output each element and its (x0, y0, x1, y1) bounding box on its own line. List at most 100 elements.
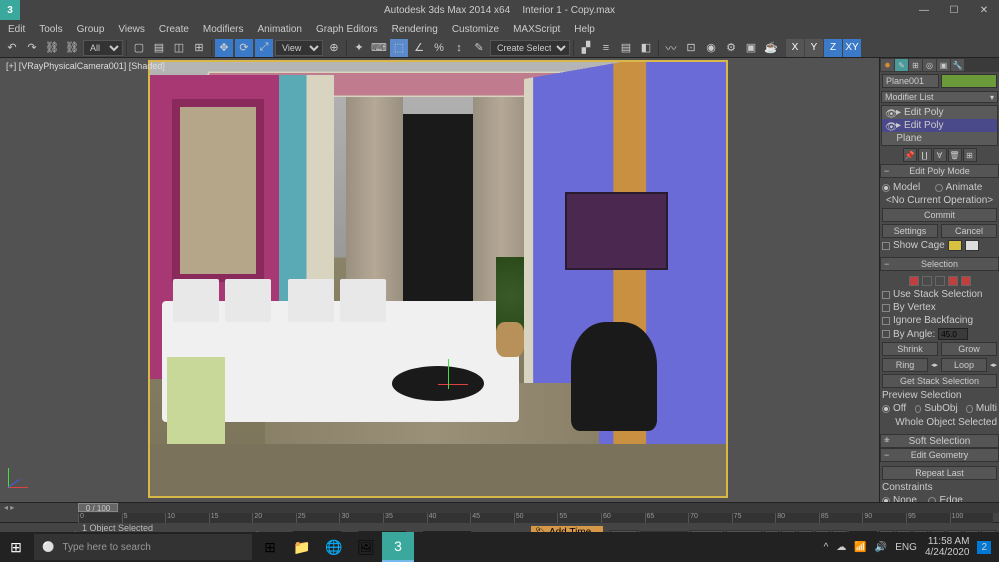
angle-spinner[interactable] (938, 328, 968, 340)
close-button[interactable]: ✕ (969, 0, 999, 20)
repeat-last-button[interactable]: Repeat Last (882, 466, 997, 480)
preview-subobj-radio[interactable] (915, 405, 921, 413)
select-object-button[interactable]: ▢ (130, 39, 148, 57)
modifier-stack[interactable]: 👁▸ Edit Poly 👁▸ Edit Poly Plane (881, 105, 998, 146)
by-angle-check[interactable] (882, 330, 890, 338)
cage-color-2[interactable] (965, 240, 979, 251)
menu-customize[interactable]: Customize (452, 24, 499, 35)
menu-animation[interactable]: Animation (257, 24, 301, 35)
edge-subobj[interactable] (922, 276, 932, 286)
keyboard-shortcut-button[interactable]: ⌨ (370, 39, 388, 57)
select-scale-button[interactable]: ⤢ (255, 39, 273, 57)
modify-tab[interactable]: ✎ (895, 59, 908, 71)
start-button[interactable]: ⊞ (0, 532, 32, 562)
vertex-subobj[interactable] (909, 276, 919, 286)
model-radio[interactable] (882, 184, 890, 192)
undo-button[interactable]: ↶ (3, 39, 21, 57)
select-by-name-button[interactable]: ▤ (150, 39, 168, 57)
select-manipulate-button[interactable]: ✦ (350, 39, 368, 57)
make-unique-button[interactable]: ∀ (933, 148, 947, 162)
menu-edit[interactable]: Edit (8, 24, 25, 35)
3dsmax-taskbar-icon[interactable]: 3 (382, 532, 414, 562)
link-button[interactable]: ⛓ (43, 39, 61, 57)
unlink-button[interactable]: ⛓ (63, 39, 81, 57)
file-explorer-icon[interactable]: 📁 (286, 532, 318, 562)
border-subobj[interactable] (935, 276, 945, 286)
window-crossing-button[interactable]: ⊞ (190, 39, 208, 57)
preview-off-radio[interactable] (882, 405, 890, 413)
preview-multi-radio[interactable] (966, 405, 972, 413)
animate-radio[interactable] (935, 184, 943, 192)
object-name-field[interactable]: Plane001 (882, 74, 939, 88)
menu-rendering[interactable]: Rendering (392, 24, 438, 35)
notifications-icon[interactable]: 2 (977, 541, 991, 554)
by-vertex-check[interactable] (882, 304, 890, 312)
menu-create[interactable]: Create (159, 24, 189, 35)
menu-maxscript[interactable]: MAXScript (513, 24, 560, 35)
object-color-swatch[interactable] (941, 74, 998, 88)
menu-views[interactable]: Views (118, 24, 145, 35)
time-ruler[interactable]: 0510152025303540455055606570758085909510… (78, 513, 993, 523)
photos-icon[interactable]: 🖼 (350, 532, 382, 562)
polygon-subobj[interactable] (948, 276, 958, 286)
ring-button[interactable]: Ring (882, 358, 928, 372)
graphite-button[interactable]: ◧ (637, 39, 655, 57)
settings-button[interactable]: Settings (882, 224, 938, 238)
clock[interactable]: 11:58 AM 4/24/2020 (925, 536, 970, 558)
timeline[interactable]: ◂ ▸ 0 / 100 0510152025303540455055606570… (0, 502, 999, 522)
menu-group[interactable]: Group (77, 24, 105, 35)
cage-color-1[interactable] (948, 240, 962, 251)
redo-button[interactable]: ↷ (23, 39, 41, 57)
percent-snap-button[interactable]: % (430, 39, 448, 57)
minimize-button[interactable]: — (909, 0, 939, 20)
edit-geometry-rollout[interactable]: Edit Geometry (880, 448, 999, 462)
align-button[interactable]: ≡ (597, 39, 615, 57)
display-tab[interactable]: ▣ (937, 59, 950, 71)
taskbar-search[interactable]: ⚪ Type here to search (34, 534, 252, 560)
render-button[interactable]: ☕ (762, 39, 780, 57)
stack-item[interactable]: 👁▸ Edit Poly (882, 119, 997, 132)
menu-help[interactable]: Help (574, 24, 595, 35)
commit-button[interactable]: Commit (882, 208, 997, 222)
hierarchy-tab[interactable]: ⊞ (909, 59, 922, 71)
layer-manager-button[interactable]: ▤ (617, 39, 635, 57)
snap-toggle-button[interactable]: ⬚ (390, 39, 408, 57)
loop-button[interactable]: Loop (941, 358, 987, 372)
edit-named-sel-button[interactable]: ✎ (470, 39, 488, 57)
menu-modifiers[interactable]: Modifiers (203, 24, 244, 35)
motion-tab[interactable]: ◎ (923, 59, 936, 71)
select-region-button[interactable]: ◫ (170, 39, 188, 57)
utilities-tab[interactable]: 🔧 (951, 59, 964, 71)
named-selection-dropdown[interactable]: Create Selection S (490, 40, 570, 56)
select-move-button[interactable]: ✥ (215, 39, 233, 57)
axis-x-button[interactable]: X (786, 39, 804, 57)
volume-icon[interactable]: 🔊 (875, 542, 887, 553)
cancel-button[interactable]: Cancel (941, 224, 997, 238)
stack-item[interactable]: Plane (882, 132, 997, 145)
cloud-icon[interactable]: ☁ (836, 542, 846, 553)
use-stack-check[interactable] (882, 291, 890, 299)
show-cage-check[interactable] (882, 242, 890, 250)
show-end-result-button[interactable]: ∐ (918, 148, 932, 162)
selection-filter-dropdown[interactable]: All (83, 40, 123, 56)
configure-sets-button[interactable]: ⊞ (963, 148, 977, 162)
element-subobj[interactable] (961, 276, 971, 286)
spinner-snap-button[interactable]: ↕ (450, 39, 468, 57)
mirror-button[interactable]: ▞ (577, 39, 595, 57)
tray-expand-icon[interactable]: ^ (824, 542, 829, 553)
create-tab[interactable]: ✹ (881, 59, 894, 71)
grow-button[interactable]: Grow (941, 342, 997, 356)
axis-z-button[interactable]: Z (824, 39, 842, 57)
render-frame-button[interactable]: ▣ (742, 39, 760, 57)
menu-tools[interactable]: Tools (39, 24, 62, 35)
maximize-button[interactable]: ☐ (939, 0, 969, 20)
material-editor-button[interactable]: ◉ (702, 39, 720, 57)
edit-poly-mode-rollout[interactable]: Edit Poly Mode (880, 164, 999, 178)
selection-rollout[interactable]: Selection (880, 257, 999, 271)
use-pivot-button[interactable]: ⊕ (325, 39, 343, 57)
wifi-icon[interactable]: 📶 (854, 542, 866, 553)
modifier-list-dropdown[interactable]: Modifier List (881, 91, 998, 103)
menu-graph-editors[interactable]: Graph Editors (316, 24, 378, 35)
soft-selection-rollout[interactable]: +Soft Selection (880, 434, 999, 448)
axis-xy-button[interactable]: XY (843, 39, 861, 57)
